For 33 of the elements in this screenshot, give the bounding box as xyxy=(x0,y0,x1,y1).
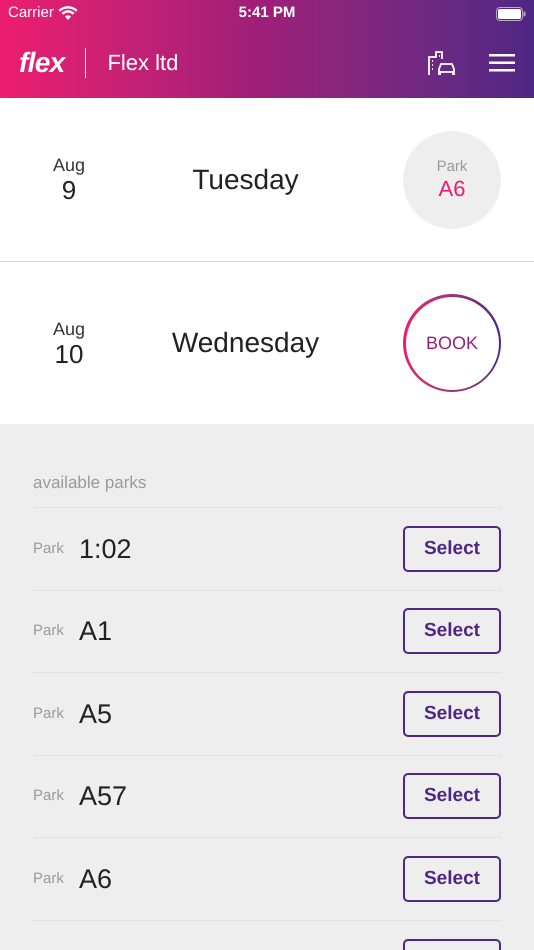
park-label: Park xyxy=(33,868,65,888)
company-name: Flex ltd xyxy=(107,49,178,77)
wifi-icon xyxy=(58,6,78,21)
menu-icon[interactable] xyxy=(489,54,515,72)
select-button[interactable]: Select xyxy=(403,608,501,654)
month-label: Aug xyxy=(52,156,86,174)
select-button[interactable]: Select xyxy=(403,690,501,737)
carrier-label: Carrier xyxy=(8,3,54,24)
building-car-icon[interactable] xyxy=(428,50,456,76)
day-number: 9 xyxy=(62,177,76,203)
section-heading: available parks xyxy=(33,472,148,494)
park-label: Park xyxy=(33,704,65,724)
park-label: Park xyxy=(33,786,65,806)
park-code: 1:02 xyxy=(79,532,133,566)
book-button[interactable]: BOOK xyxy=(403,294,501,392)
park-code: A1 xyxy=(79,615,114,648)
status-time: 5:41 PM xyxy=(238,3,296,24)
weekday-label: Tuesday xyxy=(192,162,299,197)
park-label: Park xyxy=(436,159,468,174)
day-number: 10 xyxy=(54,340,84,366)
park-code: A6 xyxy=(79,862,114,896)
select-button[interactable]: Select xyxy=(403,526,501,572)
select-button[interactable]: Select xyxy=(403,773,501,820)
month-label: Aug xyxy=(52,320,86,338)
battery-icon xyxy=(496,6,526,20)
park-code: A6 xyxy=(438,178,466,200)
park-code: A57 xyxy=(79,780,128,813)
park-label: Park xyxy=(33,621,65,641)
select-button[interactable]: Select xyxy=(403,856,501,902)
weekday-label: Wednesday xyxy=(172,326,320,360)
park-code: A5 xyxy=(79,698,114,730)
logo: flex xyxy=(19,46,64,80)
park-label: Park xyxy=(33,538,65,558)
